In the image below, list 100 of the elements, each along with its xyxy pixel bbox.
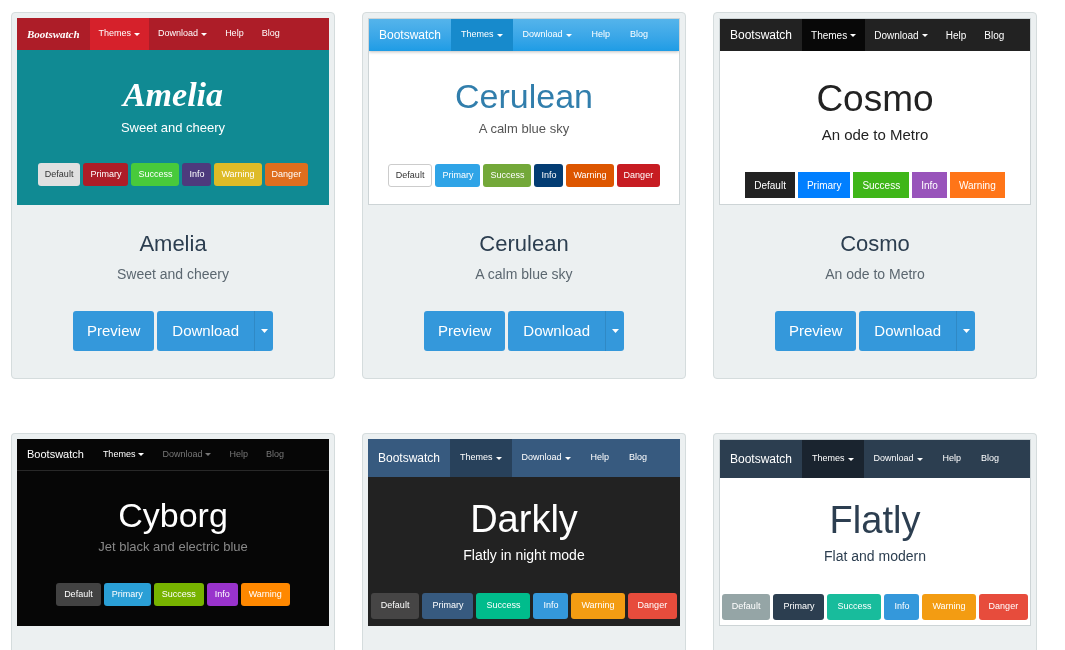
caret-icon xyxy=(260,329,268,333)
sample-button[interactable]: Danger xyxy=(978,594,1029,620)
caret-icon xyxy=(205,453,212,456)
sample-button[interactable]: Primary xyxy=(797,172,851,198)
theme-name: Amelia xyxy=(139,230,207,258)
preview-tagline: Jet black and electric blue xyxy=(98,538,248,556)
caret-icon xyxy=(921,33,928,37)
sample-button[interactable]: Default xyxy=(56,583,101,606)
sample-button[interactable]: Success xyxy=(153,583,204,606)
sample-button[interactable]: Warning xyxy=(566,164,614,187)
caret-icon xyxy=(564,456,571,460)
download-button[interactable]: Download xyxy=(508,311,606,351)
navbar-brand[interactable]: Bootswatch xyxy=(720,440,803,478)
preview-heading: Amelia xyxy=(122,75,224,115)
preview-tagline: Flatly in night mode xyxy=(463,546,585,564)
preview-heading: Cyborg xyxy=(118,495,228,536)
nav-link[interactable]: Blog xyxy=(256,439,293,470)
sample-button[interactable]: Default xyxy=(37,163,81,186)
theme-description: A calm blue sky xyxy=(475,265,573,284)
dropdown-toggle-button[interactable] xyxy=(956,311,976,351)
preview-heading: Cosmo xyxy=(816,77,934,121)
nav-link[interactable]: Themes xyxy=(451,19,513,51)
nav-link[interactable]: Download xyxy=(863,440,933,478)
sample-button[interactable]: Default xyxy=(745,172,795,198)
sample-button[interactable]: Info xyxy=(884,594,920,620)
caret-icon xyxy=(611,329,619,333)
sample-button[interactable]: Info xyxy=(182,163,212,186)
preview-button[interactable]: Preview xyxy=(72,311,155,351)
caret-icon xyxy=(138,453,145,456)
nav-link[interactable]: Help xyxy=(932,440,972,478)
sample-button[interactable]: Success xyxy=(483,164,532,187)
sample-button[interactable]: Primary xyxy=(422,593,474,619)
nav-link[interactable]: Help xyxy=(580,439,620,477)
theme-description: Sweet and cheery xyxy=(116,265,230,284)
sample-button[interactable]: Danger xyxy=(616,164,661,187)
sample-button[interactable]: Danger xyxy=(627,593,678,619)
sample-button[interactable]: Success xyxy=(853,172,910,198)
download-button[interactable]: Download xyxy=(859,311,957,351)
nav-link[interactable]: Themes xyxy=(450,439,512,477)
theme-name: Cerulean xyxy=(479,230,569,258)
sample-button[interactable]: Warning xyxy=(949,172,1005,198)
nav-link[interactable]: Themes xyxy=(93,439,154,470)
dropdown-toggle-button[interactable] xyxy=(254,311,274,351)
nav-link[interactable]: Themes xyxy=(89,18,150,50)
nav-link[interactable]: Help xyxy=(936,19,976,51)
caret-icon xyxy=(134,32,141,36)
navbar-brand[interactable]: Bootswatch xyxy=(368,439,451,477)
navbar-brand[interactable]: Bootswatch xyxy=(369,19,452,51)
caret-icon xyxy=(850,33,857,37)
caret-icon xyxy=(847,457,854,461)
sample-button[interactable]: Primary xyxy=(83,163,129,186)
sample-button[interactable]: Default xyxy=(370,593,420,619)
caret-icon xyxy=(496,33,503,37)
download-button[interactable]: Download xyxy=(157,311,255,351)
navbar-brand[interactable]: Bootswatch xyxy=(720,19,803,51)
nav-link[interactable]: Help xyxy=(220,439,257,470)
nav-link[interactable]: Download xyxy=(512,19,582,51)
preview-heading: Flatly xyxy=(829,498,921,542)
sample-button[interactable]: Primary xyxy=(435,164,481,187)
caret-icon xyxy=(916,457,923,461)
nav-link[interactable]: Download xyxy=(511,439,581,477)
nav-link[interactable]: Download xyxy=(153,439,221,470)
navbar-brand[interactable]: Bootswatch xyxy=(17,18,90,50)
nav-link[interactable]: Download xyxy=(149,18,217,50)
navbar-brand[interactable]: Bootswatch xyxy=(17,439,94,470)
nav-link[interactable]: Themes xyxy=(802,19,866,51)
caret-icon xyxy=(565,33,572,37)
sample-button[interactable]: Info xyxy=(533,593,569,619)
theme-name: Cosmo xyxy=(840,230,910,258)
nav-link[interactable]: Themes xyxy=(802,440,864,478)
sample-button[interactable]: Default xyxy=(721,594,771,620)
caret-icon xyxy=(495,456,502,460)
sample-button[interactable]: Info xyxy=(206,583,238,606)
nav-link[interactable]: Download xyxy=(865,19,937,51)
dropdown-toggle-button[interactable] xyxy=(605,311,625,351)
caret-icon xyxy=(962,329,970,333)
preview-tagline: An ode to Metro xyxy=(821,126,929,144)
nav-link[interactable]: Help xyxy=(581,19,621,51)
sample-button[interactable]: Info xyxy=(534,164,564,187)
nav-link[interactable]: Help xyxy=(216,18,253,50)
sample-button[interactable]: Danger xyxy=(264,163,309,186)
sample-button[interactable]: Primary xyxy=(773,594,825,620)
preview-heading: Darkly xyxy=(470,497,578,541)
preview-tagline: Sweet and cheery xyxy=(120,120,226,136)
sample-button[interactable]: Info xyxy=(912,172,947,198)
sample-button[interactable]: Default xyxy=(387,164,433,187)
sample-button[interactable]: Success xyxy=(476,593,531,619)
preview-tagline: A calm blue sky xyxy=(478,121,570,137)
theme-description: An ode to Metro xyxy=(825,265,925,284)
nav-link[interactable]: Blog xyxy=(620,19,659,51)
nav-link[interactable]: Blog xyxy=(975,19,1014,51)
nav-link[interactable]: Blog xyxy=(971,440,1010,478)
nav-link[interactable]: Blog xyxy=(252,18,289,50)
caret-icon xyxy=(201,32,208,36)
nav-link[interactable]: Blog xyxy=(619,439,658,477)
preview-tagline: Flat and modern xyxy=(824,547,926,565)
preview-heading: Cerulean xyxy=(455,76,593,116)
preview-button[interactable]: Preview xyxy=(423,311,506,351)
preview-button[interactable]: Preview xyxy=(774,311,857,351)
sample-button[interactable]: Primary xyxy=(103,583,151,606)
